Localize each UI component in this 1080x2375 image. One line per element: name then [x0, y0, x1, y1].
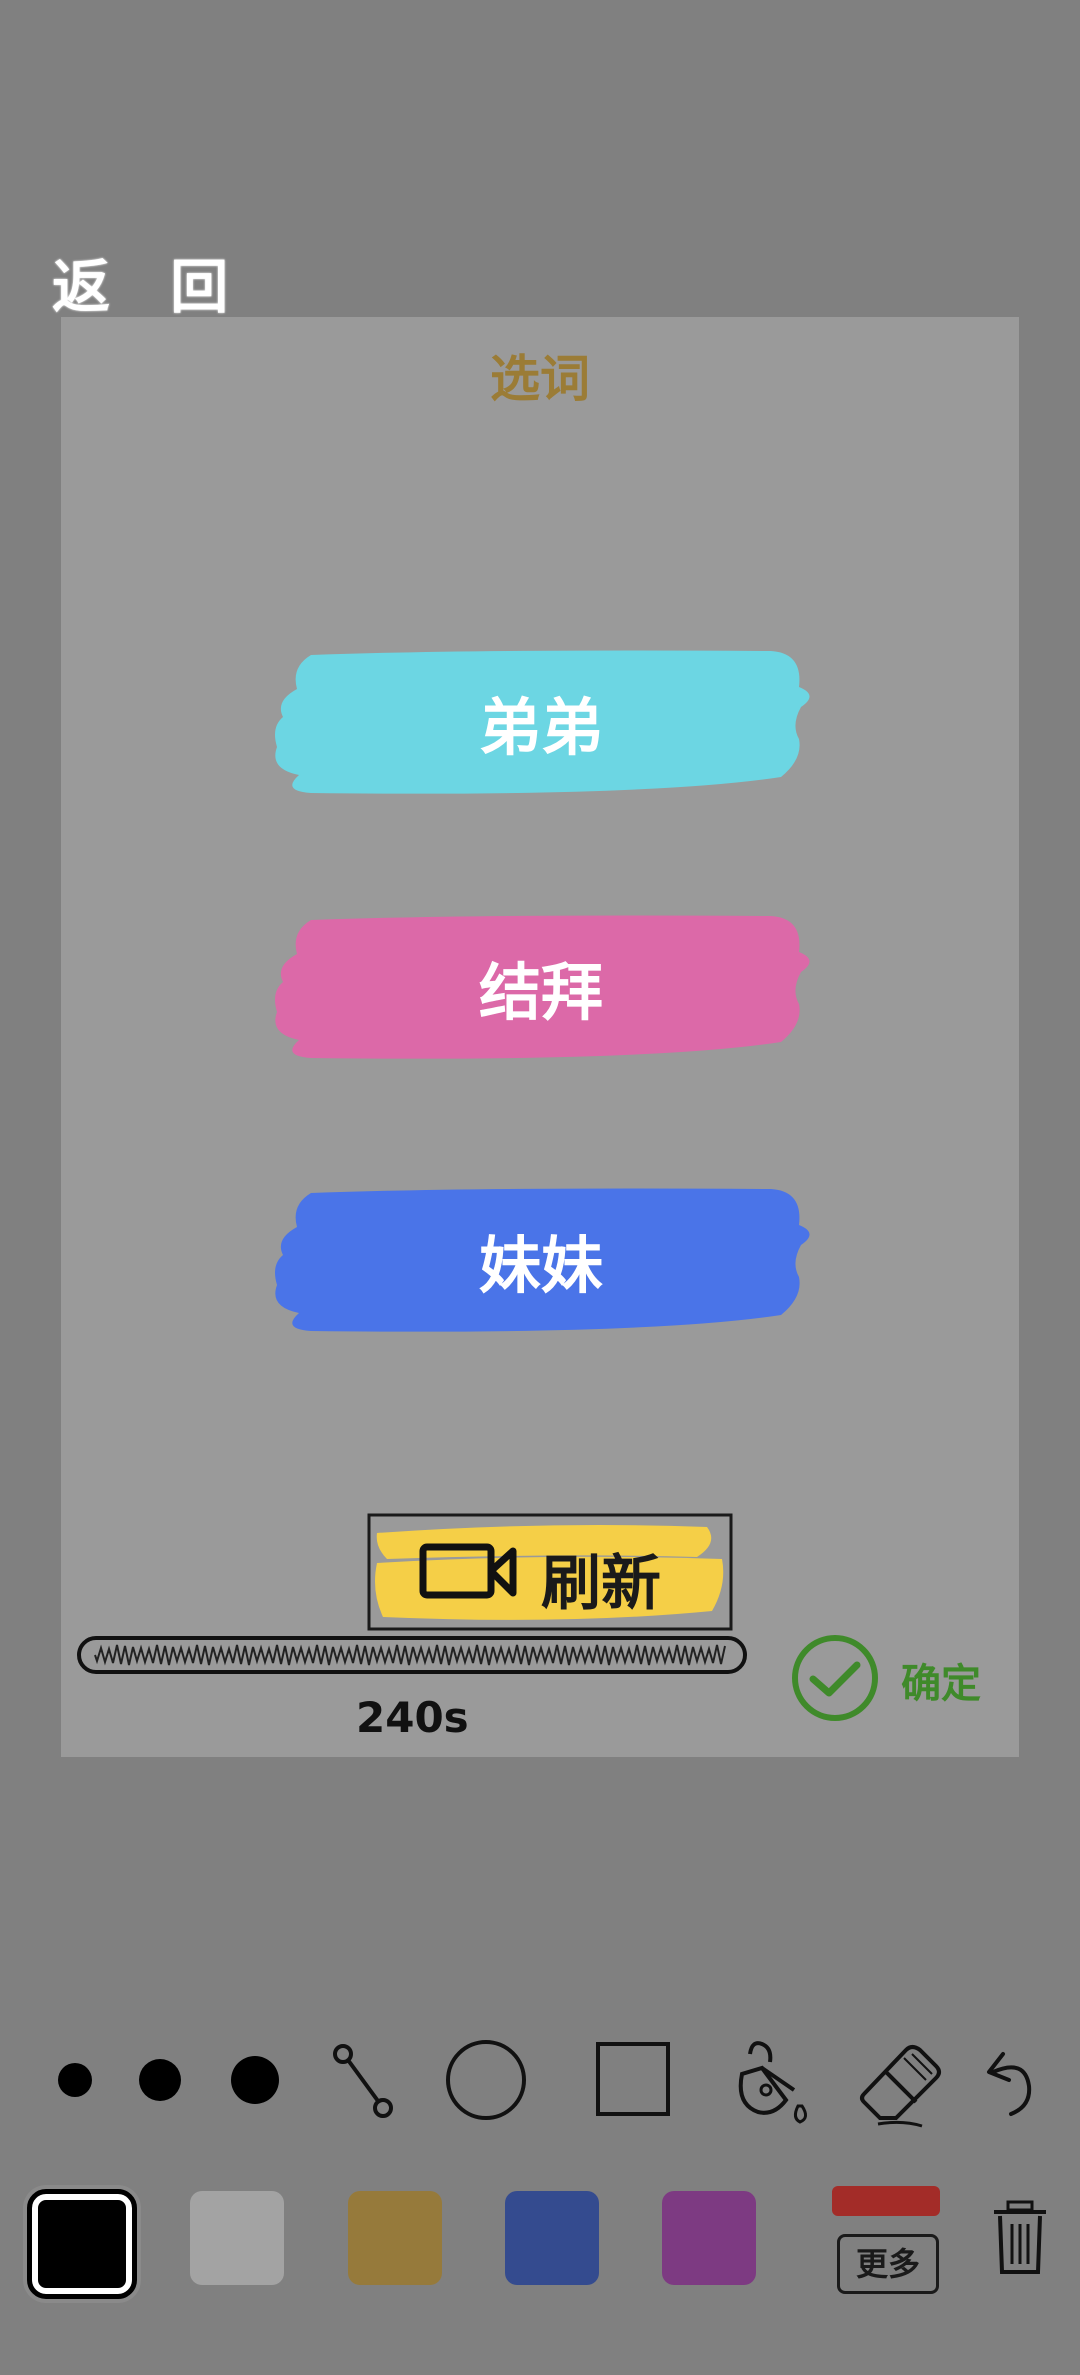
word-selection-panel: 选词 弟弟 结拜 妹妹 刷新 240s 确定	[61, 317, 1019, 1757]
back-button[interactable]: 返 回	[52, 240, 248, 324]
more-colors-swatch	[832, 2186, 940, 2216]
color-palette: 更多	[0, 2176, 1080, 2299]
color-swatch[interactable]	[662, 2191, 756, 2285]
fill-bucket-icon[interactable]	[722, 2028, 822, 2132]
undo-icon[interactable]	[963, 2028, 1063, 2132]
color-swatch-selected[interactable]	[27, 2189, 137, 2299]
color-swatch[interactable]	[190, 2191, 284, 2285]
word-option-1[interactable]: 弟弟	[271, 647, 811, 797]
confirm-button[interactable]: 确定	[789, 1635, 999, 1721]
word-option-label: 结拜	[478, 956, 603, 1029]
panel-title: 选词	[490, 350, 590, 408]
rectangle-tool-icon[interactable]	[583, 2028, 683, 2132]
color-swatch[interactable]	[348, 2191, 442, 2285]
line-tool-icon[interactable]	[310, 2028, 410, 2132]
eraser-icon[interactable]	[852, 2028, 952, 2132]
refresh-label: 刷新	[541, 1549, 661, 1619]
timer-text: 240s	[356, 1693, 469, 1742]
word-option-label: 弟弟	[478, 691, 603, 764]
refresh-button[interactable]: 刷新	[367, 1513, 733, 1631]
word-option-2[interactable]: 结拜	[271, 912, 811, 1062]
brush-medium-icon[interactable]	[110, 2028, 210, 2132]
more-colors-label: 更多	[837, 2234, 939, 2294]
trash-icon[interactable]	[990, 2198, 1050, 2278]
color-swatch[interactable]	[505, 2191, 599, 2285]
circle-tool-icon[interactable]	[436, 2028, 536, 2132]
brush-large-icon[interactable]	[205, 2028, 305, 2132]
word-option-3[interactable]: 妹妹	[271, 1185, 811, 1335]
check-circle-icon	[792, 1635, 878, 1721]
word-option-label: 妹妹	[478, 1229, 603, 1302]
more-colors-button[interactable]: 更多	[832, 2186, 942, 2296]
confirm-label: 确定	[901, 1661, 981, 1707]
drawing-toolbar	[0, 2028, 1080, 2132]
timer-progress-bar	[77, 1636, 747, 1674]
